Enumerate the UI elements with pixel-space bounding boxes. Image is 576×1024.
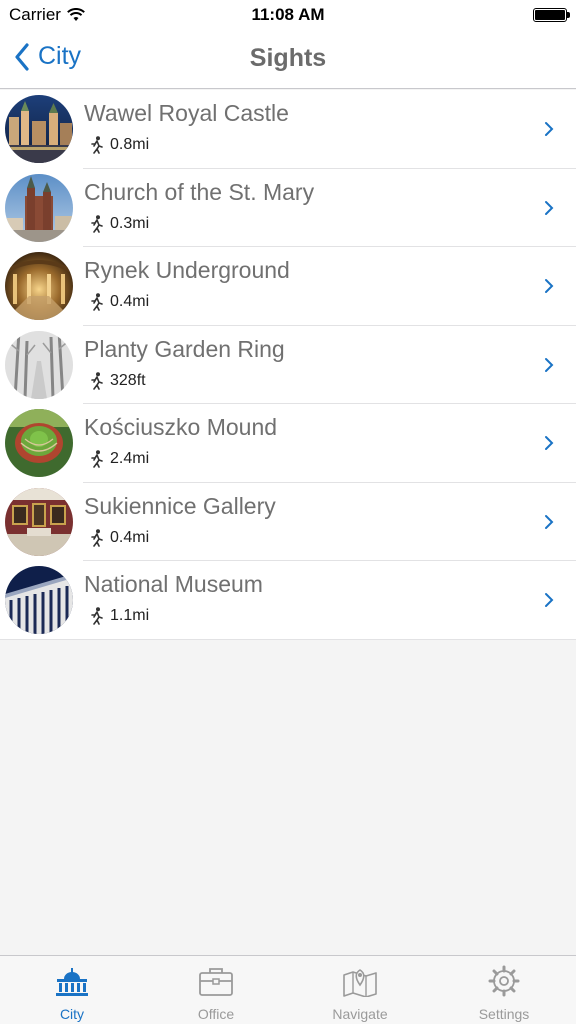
- tab-label: City: [59, 1006, 85, 1022]
- sight-name: Wawel Royal Castle: [84, 100, 289, 126]
- sight-distance-text: 0.4mi: [110, 528, 150, 546]
- sight-distance-text: 328ft: [110, 371, 146, 389]
- list-item[interactable]: Church of the St. Mary 0.3mi: [0, 168, 576, 247]
- capitol-icon: [56, 968, 88, 996]
- sight-distance: 0.8mi: [90, 136, 149, 154]
- sight-distance: 0.3mi: [90, 215, 149, 233]
- sight-thumbnail: [5, 566, 73, 634]
- sight-thumbnail: [5, 173, 73, 242]
- briefcase-icon: [199, 968, 233, 996]
- list-item[interactable]: Kościuszko Mound 2.4mi: [0, 404, 576, 483]
- sight-name: Sukiennice Gallery: [84, 492, 276, 519]
- sight-distance-text: 0.8mi: [110, 136, 150, 153]
- walking-icon: [91, 607, 103, 625]
- list-item[interactable]: Sukiennice Gallery 0.4mi: [0, 482, 576, 561]
- chevron-right-icon: [545, 593, 554, 607]
- list-item[interactable]: Rynek Underground 0.4mi: [0, 247, 576, 326]
- tab-label: Office: [197, 1006, 235, 1022]
- sight-thumbnail: [5, 487, 73, 556]
- sight-distance: 2.4mi: [90, 450, 149, 468]
- chevron-right-icon: [545, 279, 554, 293]
- walking-icon: [91, 450, 103, 468]
- battery-icon: [533, 8, 570, 22]
- walking-icon: [91, 371, 103, 390]
- list-item[interactable]: Planty Garden Ring 328ft: [0, 325, 576, 404]
- navigation-bar: City Sights: [0, 30, 576, 89]
- chevron-right-icon: [545, 200, 554, 215]
- sight-distance: 0.4mi: [90, 529, 149, 547]
- sight-distance-text: 1.1mi: [110, 607, 150, 624]
- tab-navigate[interactable]: Navigate: [288, 956, 432, 1024]
- tab-office[interactable]: Office: [144, 956, 288, 1024]
- sight-distance: 1.1mi: [90, 607, 149, 625]
- sights-list: Wawel Royal Castle 0.8mi Church of the S…: [0, 90, 576, 640]
- tab-bar: City Office Navigate Settings: [0, 955, 576, 1024]
- walking-icon: [91, 528, 103, 547]
- tab-label: Settings: [478, 1006, 530, 1022]
- tab-city[interactable]: City: [0, 956, 144, 1024]
- walking-icon: [91, 214, 103, 233]
- page-title: Sights: [249, 44, 327, 72]
- sight-name: Rynek Underground: [84, 257, 290, 283]
- sight-thumbnail: [5, 409, 73, 477]
- chevron-right-icon: [545, 436, 554, 450]
- chevron-right-icon: [545, 357, 554, 372]
- sight-name: National Museum: [84, 571, 263, 597]
- sight-name: Kościuszko Mound: [84, 414, 278, 440]
- map-icon: [343, 969, 377, 997]
- sight-distance: 0.4mi: [90, 293, 149, 311]
- status-time: 11:08 AM: [251, 5, 325, 24]
- sight-distance-text: 0.3mi: [110, 214, 150, 232]
- sight-distance-text: 2.4mi: [110, 450, 150, 467]
- sight-name: Church of the St. Mary: [84, 178, 315, 205]
- sight-name: Planty Garden Ring: [84, 335, 285, 362]
- status-bar: Carrier 11:08 AM: [0, 0, 576, 30]
- chevron-right-icon: [545, 514, 554, 529]
- list-item[interactable]: National Museum 1.1mi: [0, 561, 576, 640]
- walking-icon: [91, 136, 103, 154]
- gear-icon: [488, 965, 520, 997]
- walking-icon: [91, 293, 103, 311]
- tab-settings[interactable]: Settings: [432, 956, 576, 1024]
- list-item[interactable]: Wawel Royal Castle 0.8mi: [0, 90, 576, 169]
- sight-distance-text: 0.4mi: [110, 293, 150, 310]
- tab-label: Navigate: [332, 1006, 388, 1022]
- sight-thumbnail: [5, 252, 73, 320]
- sight-thumbnail: [5, 95, 73, 163]
- sight-thumbnail: [5, 330, 73, 399]
- sight-distance: 328ft: [90, 372, 146, 390]
- chevron-right-icon: [545, 122, 554, 136]
